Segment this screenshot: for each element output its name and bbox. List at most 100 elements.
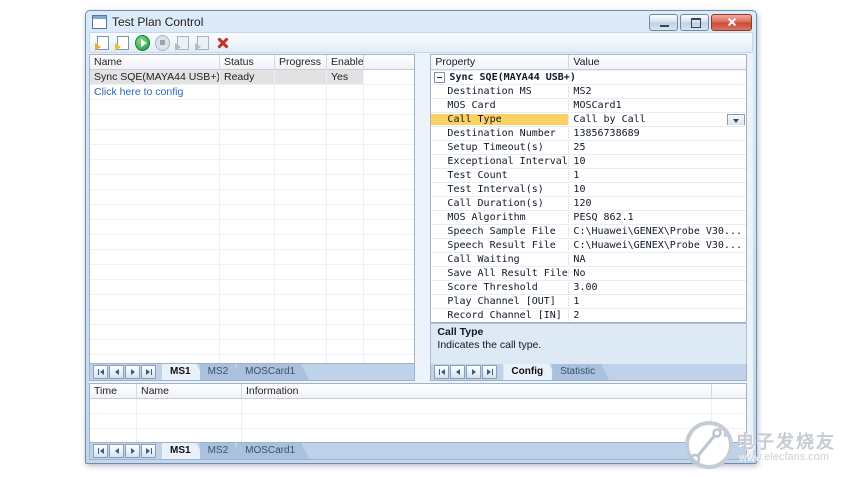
property-value: 25: [573, 142, 586, 153]
property-row[interactable]: Save All Result File No: [431, 267, 746, 281]
property-value: MOSCard1: [573, 100, 622, 111]
nav-first-button[interactable]: [434, 365, 450, 379]
property-row[interactable]: Test Interval(s) 10: [431, 183, 746, 197]
property-row[interactable]: Speech Result File C:\Huawei\GENEX\Probe …: [431, 239, 746, 253]
property-value: C:\Huawei\GENEX\Probe V30...: [573, 226, 742, 237]
property-description: Call Type Indicates the call type.: [430, 323, 747, 364]
property-row[interactable]: Test Count 1: [431, 169, 746, 183]
nav-next-button[interactable]: [466, 365, 482, 379]
tab-statistic[interactable]: Statistic: [552, 364, 609, 380]
cell-enable: Yes: [327, 70, 364, 85]
property-label: Save All Result File: [431, 268, 570, 279]
property-grid-body: Destination MS MS2 MOS Card MOSCard1 Call Ty…: [431, 85, 746, 322]
property-grid: Property Value Sync SQE(MAYA44 USB+) Des…: [430, 54, 747, 323]
empty-row: [90, 190, 415, 205]
col-name[interactable]: Name: [90, 55, 220, 70]
empty-row: [90, 295, 415, 310]
nav-next-button[interactable]: [125, 444, 140, 458]
cell-enable: [327, 85, 364, 100]
table-row[interactable]: Sync SQE(MAYA44 USB+) Ready Yes: [90, 70, 415, 85]
tab-config[interactable]: Config: [503, 364, 557, 380]
empty-row: [90, 340, 415, 355]
property-group-row[interactable]: Sync SQE(MAYA44 USB+): [431, 71, 746, 85]
cell-name: Sync SQE(MAYA44 USB+): [90, 70, 220, 85]
empty-row: [90, 280, 415, 295]
col-status[interactable]: Status: [220, 55, 275, 70]
property-row[interactable]: Exceptional Interval(s)10: [431, 155, 746, 169]
property-row[interactable]: MOS Algorithm PESQ 862.1: [431, 211, 746, 225]
start-icon[interactable]: [135, 34, 150, 51]
nav-prev-button[interactable]: [450, 365, 466, 379]
nav-last-button[interactable]: [141, 365, 156, 379]
maximize-button[interactable]: [680, 13, 709, 31]
open-plan-icon[interactable]: [94, 35, 110, 51]
property-value: MS2: [573, 86, 592, 97]
property-row[interactable]: Destination MS MS2: [431, 85, 746, 99]
dropdown-button[interactable]: [727, 114, 745, 125]
tab-moscard1[interactable]: MOSCard1: [237, 364, 309, 380]
property-row[interactable]: Call Waiting NA: [431, 253, 746, 267]
nav-first-button[interactable]: [93, 444, 108, 458]
empty-row: [90, 145, 415, 160]
property-label: Speech Sample File: [431, 226, 570, 237]
nav-last-button[interactable]: [141, 444, 156, 458]
empty-row: [90, 115, 415, 130]
property-value: 10: [573, 156, 586, 167]
nav-first-button[interactable]: [93, 365, 108, 379]
test-plan-pane: Name Status Progress Enable Sync SQE(MAY…: [89, 54, 416, 381]
page: Test Plan Control Name Status Progress E…: [0, 0, 844, 477]
nav-prev-button[interactable]: [109, 444, 124, 458]
delete-icon[interactable]: [215, 35, 230, 50]
empty-row: [90, 175, 415, 190]
col-information[interactable]: Information: [242, 384, 712, 399]
tab-ms1[interactable]: MS1: [162, 364, 205, 380]
minimize-button[interactable]: [649, 13, 678, 31]
nav-last-button[interactable]: [482, 365, 498, 379]
property-row[interactable]: Call Duration(s) 120: [431, 197, 746, 211]
log-table-header: Time Name Information: [90, 384, 746, 399]
empty-row: [90, 130, 415, 145]
property-label: Play Channel [OUT]: [431, 296, 570, 307]
property-row[interactable]: Call Type Call by Call: [431, 113, 746, 127]
property-row[interactable]: Play Channel [OUT] 1: [431, 295, 746, 309]
col-time[interactable]: Time: [90, 384, 137, 399]
title-bar[interactable]: Test Plan Control: [86, 11, 756, 32]
nav-next-button[interactable]: [125, 365, 140, 379]
property-row[interactable]: Record Channel [IN] 2: [431, 309, 746, 322]
plan-table: Name Status Progress Enable Sync SQE(MAY…: [89, 54, 416, 364]
property-row[interactable]: Setup Timeout(s) 25: [431, 141, 746, 155]
property-row[interactable]: Destination Number 13856738689: [431, 127, 746, 141]
property-row[interactable]: MOS Card MOSCard1: [431, 99, 746, 113]
table-row[interactable]: Click here to config: [90, 85, 415, 100]
property-label: MOS Algorithm: [431, 212, 570, 223]
log-tab-ms1[interactable]: MS1: [162, 443, 205, 459]
collapse-icon[interactable]: [434, 72, 446, 83]
save-plan-icon[interactable]: [114, 35, 130, 51]
app-icon: [92, 15, 107, 29]
tab-ms2[interactable]: MS2: [200, 364, 243, 380]
empty-row: [90, 205, 415, 220]
nav-prev-button[interactable]: [109, 365, 124, 379]
close-button[interactable]: [711, 13, 752, 31]
col-value: Value: [569, 55, 746, 70]
log-pane: Time Name Information MS1 MS2 MOSCard1: [89, 383, 747, 460]
stop-icon[interactable]: [155, 34, 170, 51]
content-area: Name Status Progress Enable Sync SQE(MAY…: [89, 53, 753, 460]
property-row[interactable]: Score Threshold 3.00: [431, 281, 746, 295]
property-value: 10: [573, 184, 586, 195]
cell-name: Click here to config: [90, 85, 220, 100]
tab-nav-buttons: [92, 364, 162, 380]
col-log-name[interactable]: Name: [137, 384, 242, 399]
property-label: Call Duration(s): [431, 198, 570, 209]
cell-status: [220, 85, 275, 100]
property-value: No: [573, 268, 586, 279]
watermark-url: www.elecfans.com: [738, 451, 830, 463]
col-progress[interactable]: Progress: [275, 55, 327, 70]
refresh-icon[interactable]: [194, 35, 210, 51]
log-tab-moscard1[interactable]: MOSCard1: [237, 443, 309, 459]
log-tab-ms2[interactable]: MS2: [200, 443, 243, 459]
step-icon[interactable]: [174, 35, 190, 51]
property-row[interactable]: Speech Sample File C:\Huawei\GENEX\Probe …: [431, 225, 746, 239]
property-label: Exceptional Interval(s): [431, 156, 570, 167]
col-enable[interactable]: Enable: [327, 55, 364, 70]
